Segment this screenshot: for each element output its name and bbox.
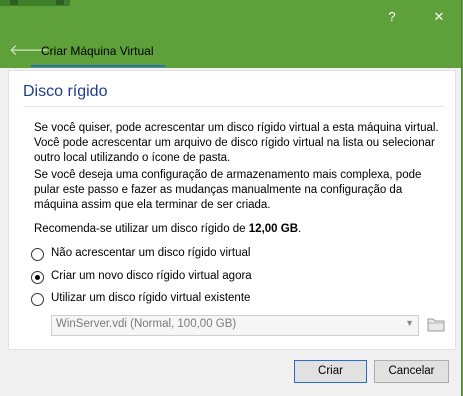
stub-mark xyxy=(56,0,64,5)
existing-disk-select[interactable]: WinServer.vdi (Normal, 100,00 GB) ▼ xyxy=(51,315,419,336)
folder-icon-graphic xyxy=(427,318,445,332)
chevron-down-icon: ▼ xyxy=(405,318,414,328)
radio-existing-disk[interactable] xyxy=(31,293,44,306)
radio-no-disk[interactable] xyxy=(31,248,44,261)
wizard-title: Criar Máquina Virtual xyxy=(41,44,154,58)
recommended-size: 12,00 GB xyxy=(248,223,299,235)
folder-icon[interactable] xyxy=(427,315,445,333)
title-bar-stub xyxy=(0,0,70,6)
create-button[interactable]: Criar xyxy=(294,360,367,383)
option-no-disk-label[interactable]: Não acrescentar um disco rígido virtual xyxy=(51,247,250,259)
recommendation-prefix: Recomenda-se utilizar um disco rígido de xyxy=(34,223,249,235)
storage-hint-paragraph: Se você deseja uma configuração de armaz… xyxy=(34,169,422,211)
description-paragraph: Se você quiser, pode acrescentar um disc… xyxy=(34,122,439,164)
stub-mark xyxy=(10,0,18,5)
existing-disk-value: WinServer.vdi (Normal, 100,00 GB) xyxy=(56,318,237,330)
back-arrow-icon[interactable]: 🡐 xyxy=(9,42,49,60)
wizard-title-underline xyxy=(31,65,165,67)
title-bar: ? ✕ xyxy=(0,0,461,36)
cancel-button[interactable]: Cancelar xyxy=(374,360,449,383)
close-button[interactable]: ✕ xyxy=(425,4,453,30)
recommendation-text: Recomenda-se utilizar um disco rígido de… xyxy=(34,222,448,237)
help-button[interactable]: ? xyxy=(378,4,406,30)
option-create-disk-label[interactable]: Criar um novo disco rígido virtual agora xyxy=(51,270,252,282)
radio-create-disk[interactable] xyxy=(31,271,44,284)
title-divider xyxy=(23,106,444,107)
option-existing-disk-label[interactable]: Utilizar um disco rígido virtual existen… xyxy=(51,292,250,304)
dialog-window: ? ✕ 🡐 Criar Máquina Virtual Disco rígido… xyxy=(0,0,462,396)
recommendation-suffix: . xyxy=(298,223,302,235)
wizard-header: 🡐 Criar Máquina Virtual xyxy=(0,36,461,68)
page-title: Disco rígido xyxy=(23,83,108,100)
